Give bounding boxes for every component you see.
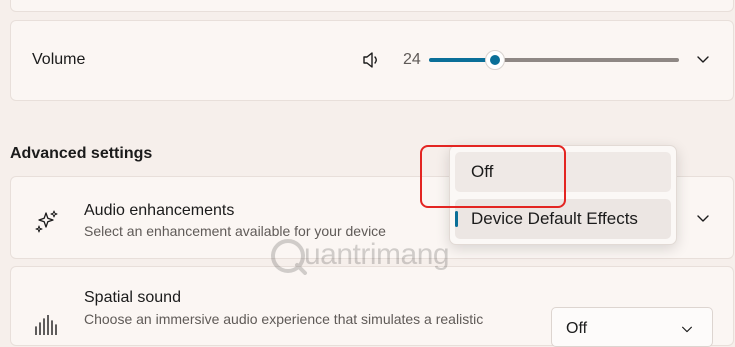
spatial-sound-selected-value: Off (566, 320, 588, 337)
sparkle-icon (35, 210, 58, 233)
chevron-down-icon (682, 326, 692, 333)
chevron-down-icon[interactable] (695, 51, 711, 67)
volume-slider-thumb[interactable] (485, 50, 505, 70)
watermark-text: uantrimang (304, 238, 450, 271)
volume-slider-track (495, 58, 679, 62)
volume-label: Volume (32, 51, 86, 68)
previous-settings-card (10, 0, 734, 12)
volume-slider[interactable] (429, 50, 679, 70)
chevron-down-icon[interactable] (695, 210, 711, 226)
dropdown-option-label: Device Default Effects (471, 209, 638, 228)
audio-enhancements-title: Audio enhancements (84, 202, 235, 219)
spatial-sound-card: Spatial sound Choose an immersive audio … (10, 266, 734, 347)
spatial-sound-select[interactable]: Off (551, 307, 713, 347)
selected-indicator (455, 211, 458, 227)
volume-card: Volume 24 (10, 20, 734, 101)
spatial-sound-title: Spatial sound (84, 289, 181, 306)
red-highlight-box (420, 145, 566, 208)
sound-wave-icon (35, 315, 57, 335)
volume-value: 24 (403, 51, 421, 68)
watermark-logo-icon (271, 239, 307, 275)
advanced-settings-heading: Advanced settings (10, 145, 153, 162)
speaker-icon[interactable] (361, 50, 381, 70)
spatial-sound-subtitle: Choose an immersive audio experience tha… (84, 311, 484, 327)
